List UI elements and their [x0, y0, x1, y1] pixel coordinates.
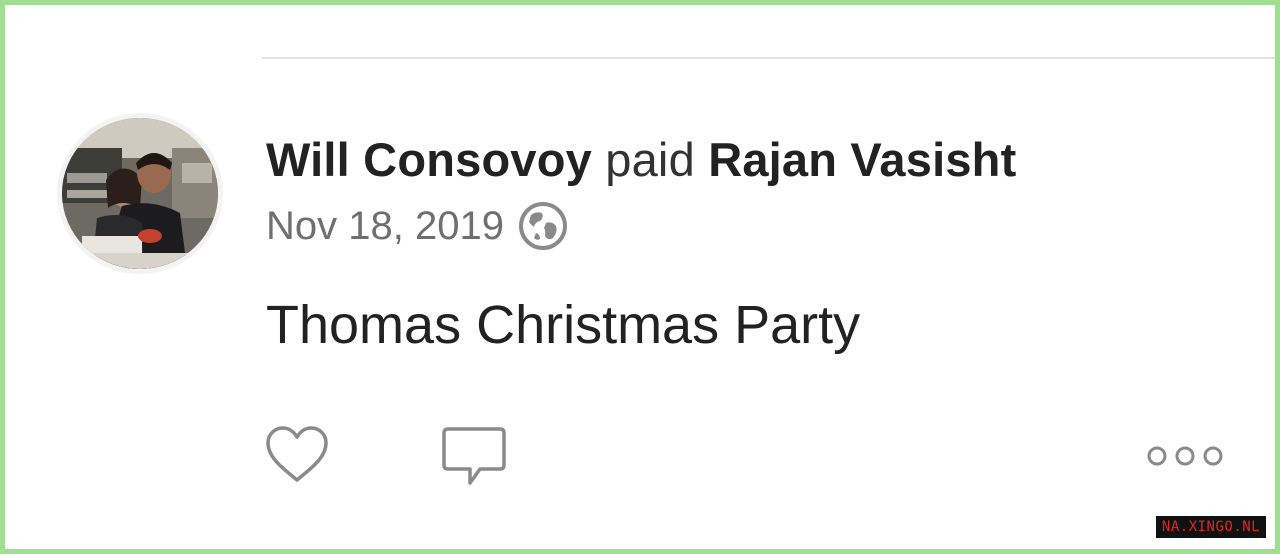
- watermark: NA.XINGO.NL: [1156, 516, 1266, 538]
- comment-icon[interactable]: [440, 425, 508, 489]
- screenshot-frame: [0, 0, 1280, 554]
- avatar[interactable]: [57, 113, 223, 274]
- date-row: Nov 18, 2019: [266, 198, 568, 254]
- globe-icon: [518, 202, 567, 250]
- payee-name[interactable]: Rajan Vasisht: [708, 133, 1016, 186]
- more-options-icon[interactable]: [1145, 443, 1225, 469]
- payer-name[interactable]: Will Consovoy: [266, 133, 592, 186]
- transaction-date: Nov 18, 2019: [266, 203, 504, 248]
- avatar-photo: [62, 118, 218, 269]
- divider: [262, 57, 1275, 59]
- heart-icon[interactable]: [264, 425, 330, 485]
- transaction-verb: paid: [605, 133, 695, 186]
- transaction-headline: Will Consovoy paid Rajan Vasisht: [266, 132, 1016, 188]
- payment-note: Thomas Christmas Party: [266, 295, 861, 355]
